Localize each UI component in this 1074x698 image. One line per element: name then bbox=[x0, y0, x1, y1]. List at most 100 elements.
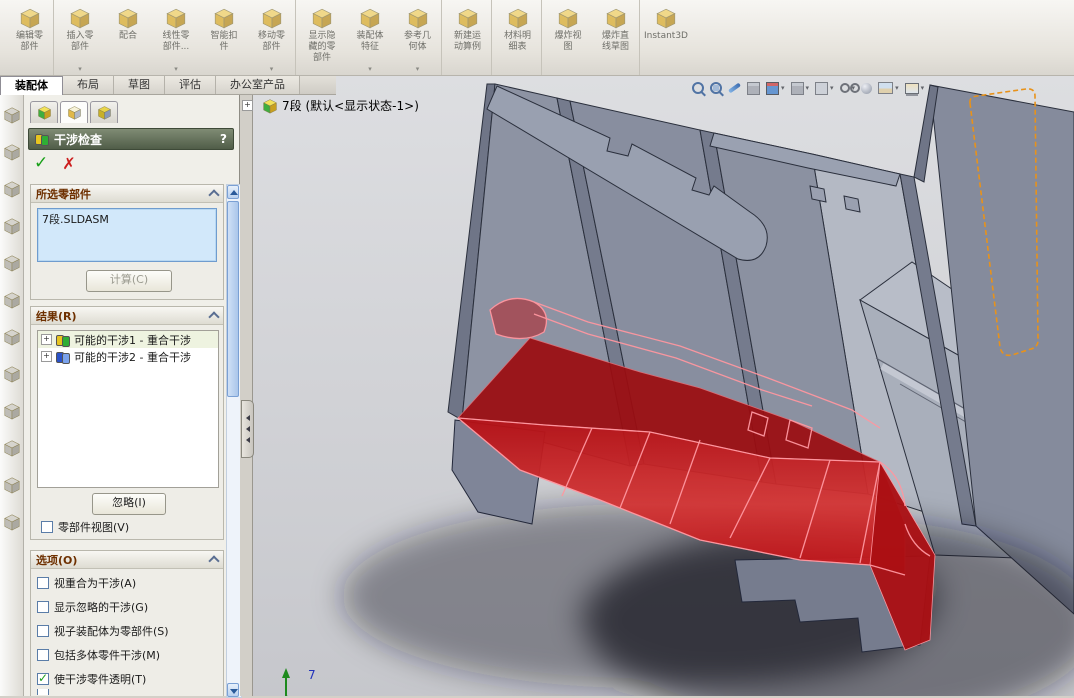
edit-component-icon bbox=[19, 7, 41, 29]
insert-components-icon[interactable] bbox=[3, 106, 21, 124]
assembly-features-icon bbox=[359, 7, 381, 29]
insert-components-button[interactable]: 插入零 部件 bbox=[56, 0, 104, 75]
assembly-features-icon[interactable] bbox=[3, 328, 21, 346]
exploded-view-button[interactable]: 爆炸视 图 bbox=[544, 0, 592, 75]
reference-geometry-icon bbox=[407, 7, 429, 29]
bill-of-materials-button[interactable]: 材料明 细表 bbox=[494, 0, 542, 75]
show-ignored-interferences-checkbox[interactable]: 显示忽略的干涉(G) bbox=[37, 599, 148, 615]
help-button[interactable]: ? bbox=[220, 132, 227, 146]
zoom-area-icon[interactable] bbox=[710, 80, 722, 96]
ok-button[interactable]: ✓ bbox=[34, 153, 48, 173]
smart-fasteners-icon bbox=[213, 7, 235, 29]
results-header[interactable]: 结果(R) bbox=[31, 307, 223, 325]
explode-line-sketch-icon bbox=[605, 7, 627, 29]
include-multibody-part-interferences-checkbox[interactable]: 包括多体零件干涉(M) bbox=[37, 647, 160, 663]
edit-component-button[interactable]: 编辑零 部件 bbox=[6, 0, 54, 75]
display-style-icon[interactable] bbox=[815, 80, 834, 96]
mate-icon[interactable] bbox=[3, 143, 21, 161]
explode-line-sketch-button[interactable]: 爆炸直 线草图 bbox=[592, 0, 640, 75]
origin-label: 7 bbox=[308, 668, 316, 682]
treat-subassemblies-as-components-checkbox[interactable]: 视子装配体为零部件(S) bbox=[37, 623, 169, 639]
new-motion-study-icon[interactable] bbox=[3, 402, 21, 420]
solidworks-window: { "ribbon": { "buttons": [ {"name":"edit… bbox=[0, 0, 1074, 698]
scroll-up-button[interactable] bbox=[227, 185, 239, 199]
view-settings-icon[interactable] bbox=[904, 80, 925, 96]
command-manager-tabs: 装配体 布局 草图 评估 办公室产品 bbox=[0, 76, 336, 95]
assembly-icon bbox=[262, 98, 278, 114]
clipped-checkbox[interactable] bbox=[37, 689, 54, 695]
tab-evaluate[interactable]: 评估 bbox=[165, 76, 216, 94]
tab-sketch[interactable]: 草图 bbox=[114, 76, 165, 94]
smart-fasteners-icon[interactable] bbox=[3, 217, 21, 235]
tree-expander[interactable] bbox=[41, 351, 52, 362]
assembly-features-button[interactable]: 装配体 特征 bbox=[346, 0, 394, 75]
apply-scene-icon[interactable] bbox=[878, 80, 899, 96]
selected-components-group: 所选零部件 7段.SLDASM 计算(C) bbox=[30, 184, 224, 300]
results-tree[interactable]: 可能的干涉1 - 重合干涉 可能的干涉2 - 重合干涉 bbox=[37, 330, 219, 488]
panel-splitter bbox=[240, 94, 254, 696]
selected-components-header[interactable]: 所选零部件 bbox=[31, 185, 223, 203]
move-component-button[interactable]: 移动零 部件 bbox=[248, 0, 296, 75]
make-interfering-parts-transparent-checkbox[interactable]: 使干涉零件透明(T) bbox=[37, 671, 146, 687]
property-manager-panel: 干涉检查 ? ✓ ✗ 所选零部件 7段.SLDASM 计算(C) 结果(R) 可… bbox=[24, 94, 242, 698]
options-header[interactable]: 选项(O) bbox=[31, 551, 223, 569]
tab-assembly[interactable]: 装配体 bbox=[0, 76, 63, 95]
selected-components-list[interactable]: 7段.SLDASM bbox=[37, 208, 217, 262]
linear-component-pattern-icon[interactable] bbox=[3, 180, 21, 198]
hide-show-items-icon[interactable] bbox=[839, 80, 860, 96]
ignore-button[interactable]: 忽略(I) bbox=[92, 493, 166, 515]
show-hidden-components-icon bbox=[311, 7, 333, 29]
mate-icon bbox=[117, 7, 139, 29]
bill-of-materials-icon bbox=[507, 7, 529, 29]
linear-component-pattern-button[interactable]: 线性零 部件... bbox=[152, 0, 200, 75]
interference-icon bbox=[56, 351, 70, 364]
tree-expander[interactable] bbox=[41, 334, 52, 345]
property-manager-tab[interactable] bbox=[60, 101, 88, 123]
origin-triad: 7 bbox=[264, 646, 324, 696]
smart-fasteners-button[interactable]: 智能扣 件 bbox=[200, 0, 248, 75]
exploded-view-icon bbox=[557, 7, 579, 29]
explode-line-sketch-icon[interactable] bbox=[3, 513, 21, 531]
selected-component-item[interactable]: 7段.SLDASM bbox=[42, 213, 109, 226]
model-canvas[interactable] bbox=[252, 76, 1074, 696]
flyout-feature-tree: 7段 (默认<显示状态-1>) bbox=[242, 97, 419, 114]
feature-manager-tab[interactable] bbox=[30, 101, 58, 123]
new-motion-study-button[interactable]: 新建运 动算例 bbox=[444, 0, 492, 75]
move-component-icon[interactable] bbox=[3, 254, 21, 272]
reference-geometry-button[interactable]: 参考几 何体 bbox=[394, 0, 442, 75]
graphics-viewport[interactable]: 7 bbox=[252, 76, 1074, 696]
tree-expander[interactable] bbox=[242, 100, 253, 111]
collapse-chevron-icon bbox=[208, 555, 220, 567]
interference-result-2[interactable]: 可能的干涉2 - 重合干涉 bbox=[38, 348, 218, 365]
configuration-manager-tab[interactable] bbox=[90, 101, 118, 123]
mate-button[interactable]: 配合 bbox=[104, 0, 152, 75]
scrollbar-thumb[interactable] bbox=[227, 201, 239, 397]
calculate-button[interactable]: 计算(C) bbox=[86, 270, 172, 292]
cancel-button[interactable]: ✗ bbox=[62, 154, 75, 173]
view-orientation-icon[interactable] bbox=[790, 80, 810, 96]
interference-result-1[interactable]: 可能的干涉1 - 重合干涉 bbox=[38, 331, 218, 348]
previous-view-icon[interactable] bbox=[747, 80, 760, 96]
component-view-checkbox[interactable]: 零部件视图(V) bbox=[41, 519, 129, 535]
exploded-view-icon[interactable] bbox=[3, 476, 21, 494]
show-hidden-components-button[interactable]: 显示隐 藏的零 部件 bbox=[298, 0, 346, 75]
edit-appearance-icon[interactable] bbox=[861, 80, 873, 96]
assembly-tree-label[interactable]: 7段 (默认<显示状态-1>) bbox=[282, 97, 419, 114]
view-orientation-wand-icon[interactable] bbox=[728, 80, 741, 96]
new-motion-study-icon bbox=[457, 7, 479, 29]
ribbon-toolbar: 编辑零 部件 插入零 部件 配合 线性零 部件... 智能扣 件 移动零 部件 … bbox=[0, 0, 1074, 76]
tab-office-products[interactable]: 办公室产品 bbox=[216, 76, 300, 94]
bill-of-materials-icon[interactable] bbox=[3, 439, 21, 457]
zoom-fit-icon[interactable] bbox=[692, 80, 704, 96]
panel-tab-strip bbox=[30, 101, 120, 123]
reference-geometry-icon[interactable] bbox=[3, 365, 21, 383]
panel-title-bar: 干涉检查 ? bbox=[28, 128, 234, 150]
treat-coincidence-as-interference-checkbox[interactable]: 视重合为干涉(A) bbox=[37, 575, 136, 591]
panel-collapse-handle[interactable] bbox=[241, 400, 254, 458]
tab-layout[interactable]: 布局 bbox=[63, 76, 114, 94]
instant3d-button[interactable]: Instant3D bbox=[642, 0, 690, 75]
section-view-icon[interactable] bbox=[766, 80, 785, 96]
show-hidden-components-icon[interactable] bbox=[3, 291, 21, 309]
linear-component-pattern-icon bbox=[165, 7, 187, 29]
scroll-down-button[interactable] bbox=[227, 683, 239, 697]
